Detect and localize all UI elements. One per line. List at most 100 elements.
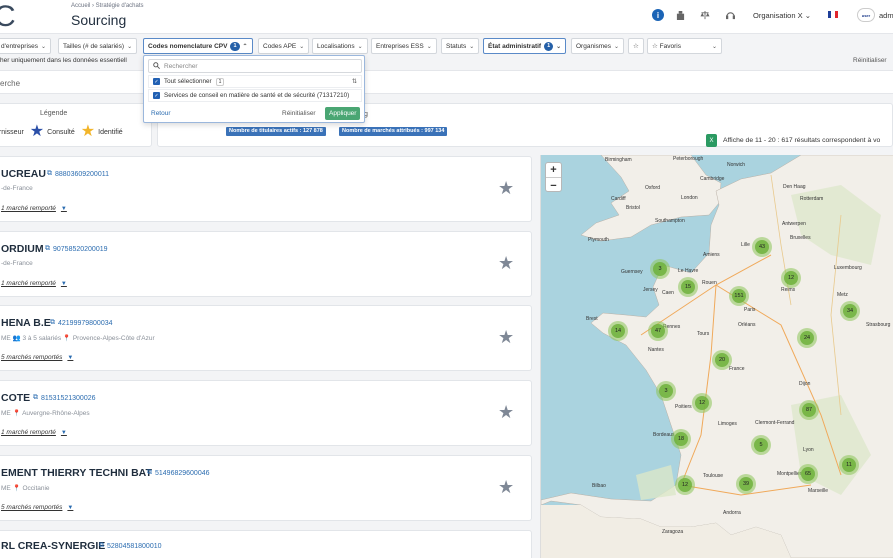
favorite-star-icon[interactable]: ★ — [498, 254, 514, 272]
checkbox-checked-icon[interactable]: ✓ — [153, 92, 160, 99]
result-card[interactable]: UCREAU ⧉ 88803609200011 -de-France 1 marc… — [0, 156, 532, 222]
map-cluster-marker[interactable]: 24 — [797, 328, 817, 348]
map-city-label: Le Havre — [678, 268, 699, 274]
map-cluster-marker[interactable]: 12 — [675, 475, 695, 495]
company-name[interactable]: COTE — [1, 392, 30, 404]
map-cluster-marker[interactable]: 47 — [648, 321, 668, 341]
user-name[interactable]: adm — [879, 11, 893, 20]
company-name[interactable]: HENA B.E — [1, 317, 51, 329]
map-cluster-marker[interactable]: 15 — [678, 277, 698, 297]
result-card[interactable]: HENA B.E ⧉ 42199979800034 ME 👥 3 à 5 sala… — [0, 305, 532, 371]
marches-link[interactable]: 1 marché remporté ▼ — [1, 429, 67, 436]
result-card[interactable]: COTE ⧉ 81531521300026 ME 📍 Auvergne-Rhône… — [0, 380, 532, 446]
cpv-search-input[interactable]: Rechercher — [148, 59, 362, 73]
map-city-label: Peterborough — [673, 156, 704, 162]
app-logo[interactable]: C — [0, 0, 16, 34]
organisation-select[interactable]: Organisation X ⌄ — [753, 11, 811, 20]
reset-filters-link[interactable]: Réinitialiser — [853, 57, 887, 64]
caret-down-icon: ▼ — [60, 281, 67, 287]
favorite-star-icon[interactable]: ★ — [498, 179, 514, 197]
avatar[interactable]: user — [857, 8, 875, 22]
marches-link[interactable]: 1 marché remporté ▼ — [1, 280, 67, 287]
filter-favoris[interactable]: ☆ Favoris ⌄ — [647, 38, 722, 54]
filter-types-entreprises[interactable]: d'entreprises ⌄ — [0, 38, 52, 54]
company-name[interactable]: UCREAU — [1, 168, 46, 180]
siret-link[interactable]: ⧉ 51496829600046 — [147, 469, 210, 477]
filter-localisations[interactable]: Localisations ⌄ — [312, 38, 368, 54]
legend-item-identifie: Identifié — [98, 128, 123, 136]
map-cluster-marker[interactable]: 3 — [656, 381, 676, 401]
map-cluster-marker[interactable]: 43 — [752, 237, 772, 257]
siret-link[interactable]: ⧉ 81531521300026 — [33, 394, 96, 402]
map-cluster-marker[interactable]: 11 — [839, 455, 859, 475]
zoom-out-button[interactable]: − — [546, 178, 561, 193]
company-meta: ME 👥 3 à 5 salariés 📍 Provence-Alpes-Côt… — [1, 335, 155, 342]
apply-button[interactable]: Appliquer — [325, 107, 361, 120]
scale-icon[interactable] — [699, 9, 711, 21]
checkbox-checked-icon[interactable]: ✓ — [153, 78, 160, 85]
siret-link[interactable]: ⧉ 52804581800010 — [99, 542, 162, 550]
map-cluster-marker[interactable]: 20 — [712, 350, 732, 370]
filter-etat-administratif[interactable]: État administratif 1 ⌄ — [483, 38, 567, 54]
map-cluster-marker[interactable]: 3 — [650, 259, 670, 279]
app-header: C Accueil › Stratégie d'achats Sourcing … — [0, 0, 893, 34]
map-cluster-marker[interactable]: 12 — [692, 393, 712, 413]
excel-export-icon[interactable]: X — [706, 134, 717, 147]
map-cluster-marker[interactable]: 34 — [840, 301, 860, 321]
map-cluster-marker[interactable]: 87 — [799, 400, 819, 420]
breadcrumb[interactable]: Accueil › Stratégie d'achats — [71, 3, 144, 9]
company-name[interactable]: RL CREA-SYNERGIE — [1, 540, 105, 552]
select-all-option[interactable]: ✓ Tout sélectionner 1 ⇅ — [148, 75, 362, 88]
zoom-in-button[interactable]: + — [546, 163, 561, 178]
result-card[interactable]: RL CREA-SYNERGIE ⧉ 52804581800010 — [0, 530, 532, 558]
chevron-down-icon: ⌄ — [426, 43, 432, 50]
map-city-label: Jersey — [643, 287, 658, 293]
marches-link[interactable]: 5 marchés remportés ▼ — [1, 504, 73, 511]
siret-link[interactable]: ⧉ 88803609200011 — [47, 170, 109, 178]
legend-items: urnisseur ★ Consulté ★ Identifié — [0, 124, 123, 140]
cpv-option[interactable]: ✓ Services de conseil en matière de sant… — [148, 89, 362, 102]
legend-panel: Légende urnisseur ★ Consulté ★ Identifié — [0, 103, 152, 147]
result-card[interactable]: ORDIUM ⧉ 90758520200019 -de-France 1 marc… — [0, 231, 532, 297]
favorite-star-icon[interactable]: ★ — [498, 328, 514, 346]
filter-statuts[interactable]: Statuts ⌄ — [441, 38, 480, 54]
essential-data-toggle-label[interactable]: her uniquement dans les données essentie… — [0, 57, 127, 64]
map-cluster-marker[interactable]: 151 — [729, 286, 749, 306]
flag-fr-icon[interactable] — [828, 11, 838, 18]
filter-tailles[interactable]: Tailles (# de salariés) ⌄ — [58, 38, 138, 54]
map-cluster-marker[interactable]: 39 — [736, 474, 756, 494]
map-city-label: Marseille — [808, 488, 829, 494]
info-icon[interactable]: i — [652, 9, 664, 21]
filter-bar: d'entreprises ⌄ Tailles (# de salariés) ⌄ … — [0, 38, 893, 56]
result-card[interactable]: EMENT THIERRY TECHNI BAT ⧉ 51496829600046… — [0, 455, 532, 521]
chevron-up-icon: ⌃ — [242, 43, 248, 50]
favorite-star-icon[interactable]: ★ — [498, 403, 514, 421]
search-bar[interactable]: erche — [0, 70, 893, 94]
map-cluster-marker[interactable]: 14 — [608, 321, 628, 341]
chevron-down-icon: ⌄ — [804, 11, 812, 20]
filter-codes-ape[interactable]: Codes APE ⌄ — [258, 38, 310, 54]
map-cluster-marker[interactable]: 65 — [798, 464, 818, 484]
marches-link[interactable]: 1 marché remporté ▼ — [1, 205, 67, 212]
company-name[interactable]: ORDIUM — [1, 243, 44, 255]
reset-button[interactable]: Réinitialiser — [282, 110, 316, 117]
map-cluster-marker[interactable]: 12 — [781, 268, 801, 288]
star-filter-button[interactable]: ☆ — [628, 38, 644, 54]
map-city-label: Den Haag — [783, 184, 806, 190]
siret-link[interactable]: ⧉ 42199979800034 — [50, 319, 113, 327]
map-cluster-marker[interactable]: 5 — [751, 435, 771, 455]
filter-organismes[interactable]: Organismes ⌄ — [571, 38, 625, 54]
filter-entreprises-ess[interactable]: Entreprises ESS ⌄ — [371, 38, 437, 54]
sort-icon[interactable]: ⇅ — [352, 78, 357, 85]
filter-codes-cpv[interactable]: Codes nomenclature CPV 1 ⌃ — [143, 38, 253, 54]
siret-link[interactable]: ⧉ 90758520200019 — [45, 245, 108, 253]
back-button[interactable]: Retour — [151, 110, 171, 117]
building-icon[interactable] — [674, 9, 686, 21]
map-city-label: Southampton — [655, 218, 685, 224]
marches-link[interactable]: 5 marchés remportés ▼ — [1, 354, 73, 361]
headset-icon[interactable] — [724, 9, 736, 21]
map-cluster-marker[interactable]: 18 — [671, 429, 691, 449]
company-name[interactable]: EMENT THIERRY TECHNI BAT — [1, 467, 152, 479]
search-input[interactable]: erche — [0, 79, 20, 88]
favorite-star-icon[interactable]: ★ — [498, 478, 514, 496]
